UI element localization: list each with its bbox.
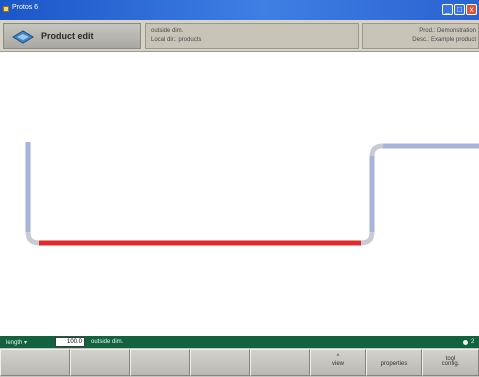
local-dir-text: Local dir.: products	[151, 37, 202, 43]
product-desc-text: Desc.: Example product	[412, 37, 476, 43]
window-title: Protos 6	[12, 4, 39, 11]
softkey-4[interactable]	[190, 349, 250, 376]
softkey-3[interactable]	[130, 349, 190, 376]
page-number: 2	[471, 339, 475, 345]
softkey-5[interactable]	[250, 349, 310, 376]
mode-title: Product edit	[41, 31, 94, 41]
minimize-button[interactable]: _	[442, 4, 453, 15]
softkey-2[interactable]	[70, 349, 130, 376]
profile-bend-right-bottom[interactable]	[360, 231, 375, 246]
profile-bend-left[interactable]	[25, 231, 40, 246]
parameter-value-input[interactable]: 100.0	[55, 337, 85, 347]
header-bar: Product edit outside dim. Local dir.: pr…	[0, 20, 479, 52]
status-bar: length ▾ 100.0 outside dim. 2	[0, 336, 479, 348]
product-edit-icon	[11, 28, 35, 51]
view-button[interactable]: ^ view	[310, 349, 366, 376]
dimension-info-panel: outside dim. Local dir.: products	[145, 23, 359, 49]
submenu-caret-icon: ^	[336, 354, 340, 360]
product-name-text: Prod.: Demonstration	[419, 28, 476, 34]
softkey-bar: ^ view properties tool config.	[0, 348, 479, 377]
dimension-mode-text: outside dim.	[151, 28, 184, 34]
parameter-selector[interactable]: length ▾	[6, 339, 27, 346]
properties-button[interactable]: properties	[366, 349, 422, 376]
page-indicator-icon	[463, 340, 468, 345]
title-bar: Protos 6 _ □ x	[0, 0, 479, 20]
app-icon	[3, 6, 9, 12]
tool-config-label-line2: config.	[441, 361, 460, 367]
close-button[interactable]: x	[466, 4, 477, 15]
dimension-mode-label: outside dim.	[91, 339, 124, 345]
profile-bend-right-top[interactable]	[369, 143, 384, 157]
maximize-button[interactable]: □	[454, 4, 465, 15]
softkey-1[interactable]	[0, 349, 70, 376]
product-info-panel: Prod.: Demonstration Desc.: Example prod…	[362, 23, 479, 49]
tool-config-button[interactable]: tool config.	[422, 349, 479, 376]
mode-panel: Product edit	[3, 23, 141, 49]
properties-label: properties	[380, 361, 408, 367]
view-label: view	[331, 361, 344, 367]
drawing-canvas[interactable]	[0, 52, 479, 336]
